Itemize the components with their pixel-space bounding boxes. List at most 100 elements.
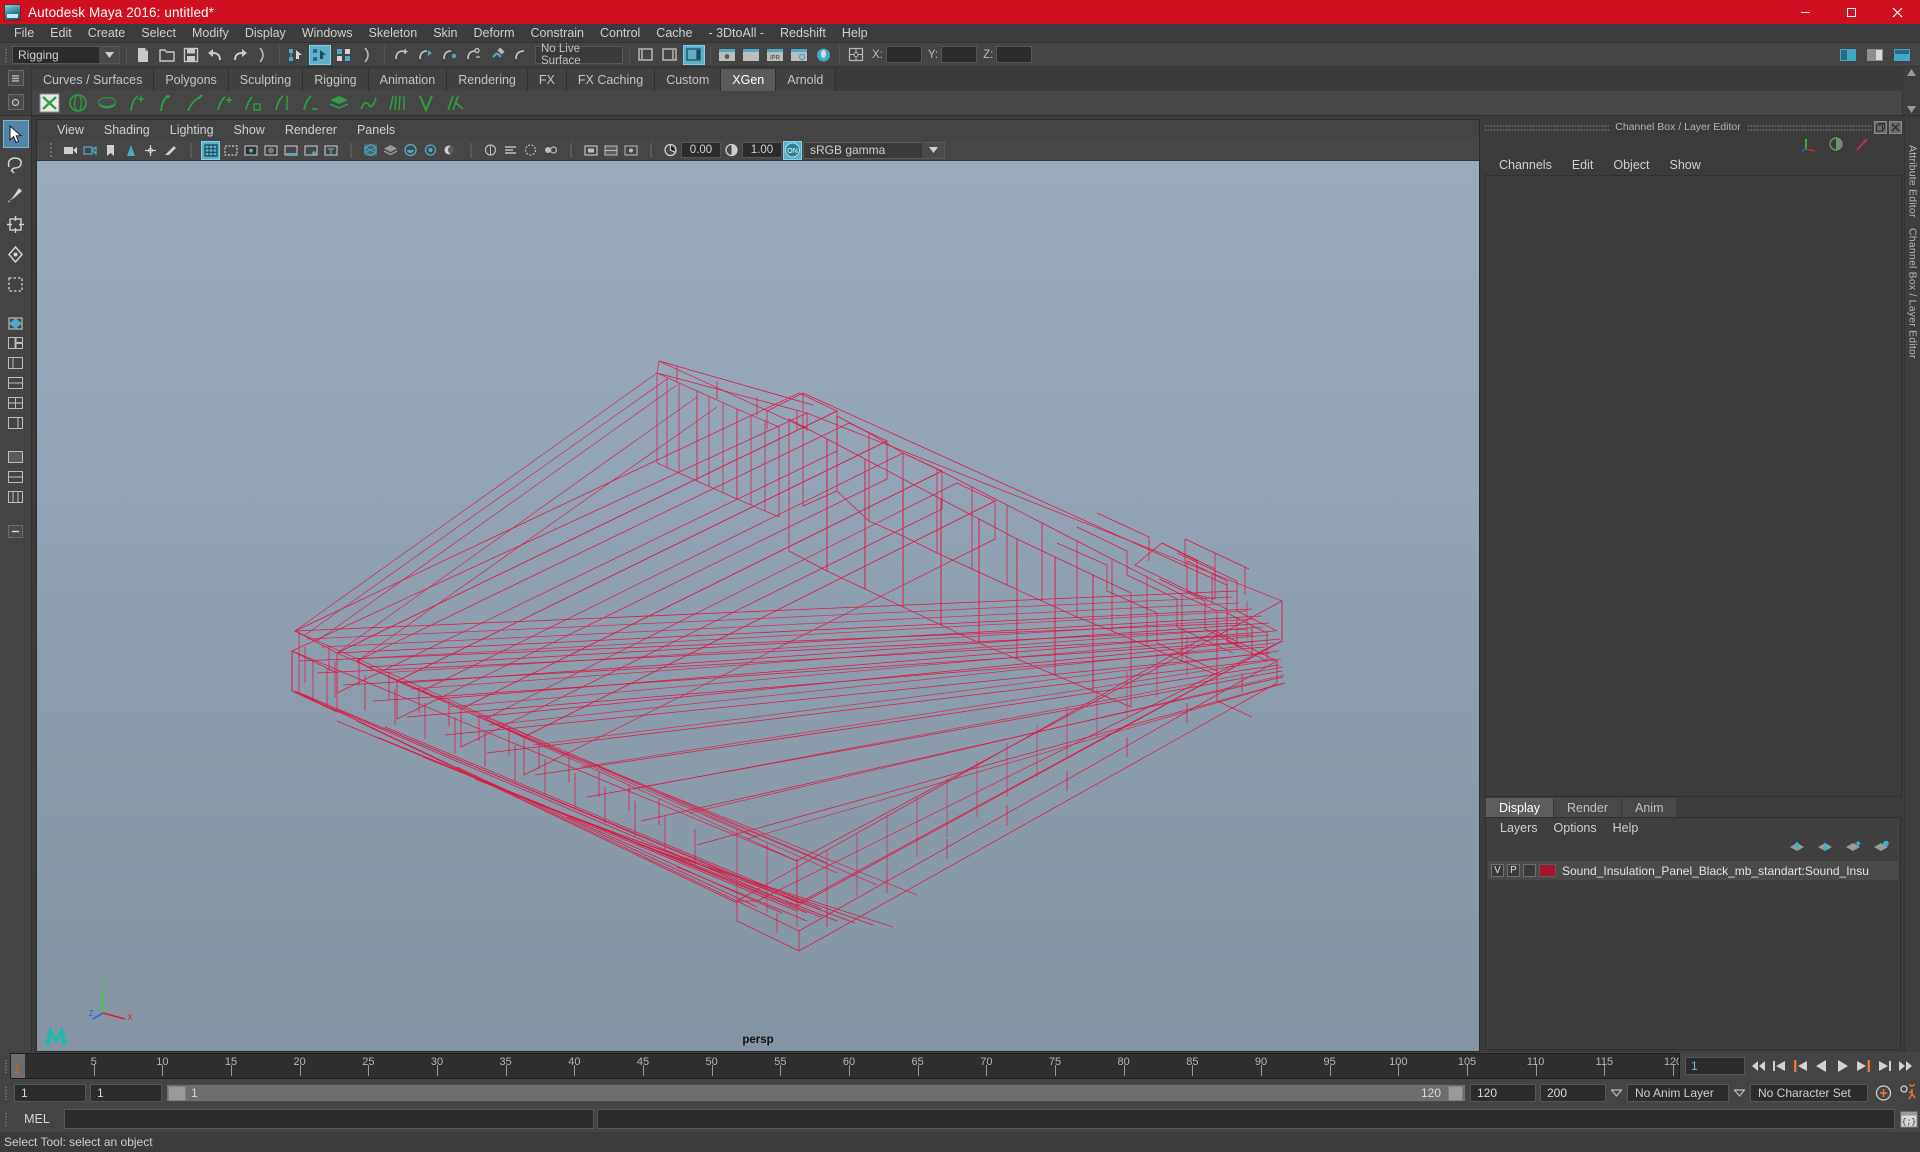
channel-box-content[interactable] xyxy=(1484,175,1902,797)
menu-3dtoall[interactable]: - 3DtoAll - xyxy=(700,24,772,43)
shelf-tab-xgen[interactable]: XGen xyxy=(721,69,777,91)
camera-attributes-icon[interactable] xyxy=(81,141,100,160)
xgen-noise-icon[interactable] xyxy=(442,92,468,115)
new-layer-icon[interactable] xyxy=(1845,840,1862,856)
show-hide-channel-box-icon[interactable] xyxy=(683,44,705,65)
shadows-icon[interactable] xyxy=(441,141,460,160)
layer-tab-anim[interactable]: Anim xyxy=(1622,798,1677,817)
command-line-grip[interactable] xyxy=(2,1109,10,1129)
range-bar[interactable]: 1 120 xyxy=(166,1084,1466,1102)
script-editor-icon[interactable]: {;} xyxy=(1898,1109,1920,1129)
select-object-icon[interactable] xyxy=(309,44,331,65)
snap-to-projected-center-icon[interactable] xyxy=(462,45,484,65)
save-scene-icon[interactable] xyxy=(180,45,202,65)
color-profile-selector[interactable]: sRGB gamma xyxy=(803,141,945,159)
film-gate-icon[interactable] xyxy=(221,141,240,160)
command-input-field[interactable] xyxy=(64,1109,594,1129)
show-hide-editors-icon[interactable] xyxy=(635,45,657,65)
ipr-render-icon[interactable]: IPR xyxy=(764,45,786,65)
safe-action-icon[interactable] xyxy=(281,141,300,160)
isolate-select-icon[interactable] xyxy=(581,141,600,160)
animation-preferences-icon[interactable] xyxy=(1898,1083,1920,1103)
layout-preset-3-icon[interactable] xyxy=(4,488,28,506)
menu-display[interactable]: Display xyxy=(237,24,294,43)
text-overlay-icon[interactable] xyxy=(321,141,340,160)
layer-shading-toggle[interactable] xyxy=(1523,864,1536,877)
new-layer-from-selected-icon[interactable] xyxy=(1873,840,1890,856)
shelf-tab-fx-caching[interactable]: FX Caching xyxy=(566,69,656,91)
move-layer-up-icon[interactable] xyxy=(1789,840,1806,856)
redo-icon[interactable] xyxy=(228,45,250,65)
anim-layer-selector[interactable]: No Anim Layer xyxy=(1627,1084,1729,1102)
channel-box-menu-object[interactable]: Object xyxy=(1604,158,1658,172)
shelf-options-icon[interactable] xyxy=(7,94,24,110)
range-slider-grip[interactable] xyxy=(2,1083,10,1103)
z-field[interactable] xyxy=(996,46,1033,63)
layer-menu-layers[interactable]: Layers xyxy=(1492,821,1546,835)
menu-constrain[interactable]: Constrain xyxy=(523,24,593,43)
close-panel-button[interactable] xyxy=(1889,120,1902,134)
smooth-shade-all-icon[interactable] xyxy=(381,141,400,160)
shelf-tab-sculpting[interactable]: Sculpting xyxy=(228,69,304,91)
render-current-frame-icon[interactable] xyxy=(716,45,738,65)
step-back-key-button[interactable] xyxy=(1771,1057,1788,1075)
select-hierarchy-icon[interactable] xyxy=(285,45,307,65)
gamma-half-icon[interactable] xyxy=(1828,136,1844,155)
menu-file[interactable]: File xyxy=(6,24,42,43)
viewport-menu-view[interactable]: View xyxy=(47,123,94,137)
layer-tab-display[interactable]: Display xyxy=(1486,798,1553,817)
xgen-groom-add-icon[interactable] xyxy=(210,92,236,115)
paint-select-tool-icon[interactable] xyxy=(3,180,29,208)
layer-visibility-toggle[interactable]: V xyxy=(1491,864,1504,877)
go-to-start-button[interactable] xyxy=(1750,1057,1767,1075)
resolution-gate-icon[interactable] xyxy=(241,141,260,160)
shelf-tab-polygons[interactable]: Polygons xyxy=(154,69,229,91)
xgen-width-icon[interactable] xyxy=(297,92,323,115)
range-end-handle[interactable] xyxy=(1448,1085,1463,1101)
channel-box-menu-channels[interactable]: Channels xyxy=(1490,158,1561,172)
menu-control[interactable]: Control xyxy=(592,24,648,43)
current-time-indicator[interactable]: 1 xyxy=(11,1054,25,1078)
range-start-field[interactable]: 1 xyxy=(90,1084,162,1102)
panel-drag-handle-right[interactable] xyxy=(1746,123,1872,131)
viewport-menu-show[interactable]: Show xyxy=(224,123,275,137)
screen-space-ao-icon[interactable] xyxy=(481,141,500,160)
toggle-sidebar-icon[interactable] xyxy=(1837,45,1859,65)
minimize-button[interactable] xyxy=(1782,0,1828,24)
menu-skeleton[interactable]: Skeleton xyxy=(361,24,426,43)
step-forward-key-button[interactable] xyxy=(1876,1057,1893,1075)
anim-layer-arrow-icon[interactable] xyxy=(1733,1084,1746,1102)
layer-color-swatch[interactable] xyxy=(1539,864,1556,877)
menu-select[interactable]: Select xyxy=(133,24,184,43)
xgen-add-guide-icon[interactable] xyxy=(123,92,149,115)
panel-menu-grip-icon[interactable] xyxy=(41,141,60,160)
command-language-label[interactable]: MEL xyxy=(13,1112,61,1126)
dock-tab-channel-box[interactable]: Channel Box / Layer Editor xyxy=(1907,228,1919,359)
xgen-clump-icon[interactable] xyxy=(384,92,410,115)
grease-pencil-icon[interactable] xyxy=(161,141,180,160)
menu-windows[interactable]: Windows xyxy=(294,24,361,43)
move-layer-down-icon[interactable] xyxy=(1817,840,1834,856)
shelf-tab-arnold[interactable]: Arnold xyxy=(776,69,836,91)
collapse-toolbox-icon[interactable] xyxy=(4,522,28,540)
play-forwards-button[interactable] xyxy=(1834,1057,1851,1075)
menu-set-selector[interactable]: Rigging xyxy=(12,45,120,64)
snap-to-curve-icon[interactable] xyxy=(414,45,436,65)
undo-icon[interactable] xyxy=(204,45,226,65)
viewport-menu-shading[interactable]: Shading xyxy=(94,123,160,137)
shelf-menu-icon[interactable] xyxy=(7,70,24,86)
xgen-coil-icon[interactable] xyxy=(413,92,439,115)
live-surface-field[interactable]: No Live Surface xyxy=(535,43,623,67)
x-ray-icon[interactable] xyxy=(601,141,620,160)
layout-preset-2-icon[interactable] xyxy=(4,468,28,486)
x-ray-joints-icon[interactable] xyxy=(621,141,640,160)
two-d-pan-zoom-icon[interactable] xyxy=(141,141,160,160)
select-component-icon[interactable] xyxy=(333,45,355,65)
perspective-viewport[interactable]: Y X Z persp xyxy=(37,161,1479,1051)
open-scene-icon[interactable] xyxy=(156,45,178,65)
character-set-selector[interactable]: No Character Set xyxy=(1750,1084,1868,1102)
gamma-field[interactable]: 1.00 xyxy=(742,142,782,158)
snap-to-grid-icon[interactable] xyxy=(390,45,412,65)
play-backwards-button[interactable] xyxy=(1813,1057,1830,1075)
rotate-tool-icon[interactable] xyxy=(3,240,29,268)
